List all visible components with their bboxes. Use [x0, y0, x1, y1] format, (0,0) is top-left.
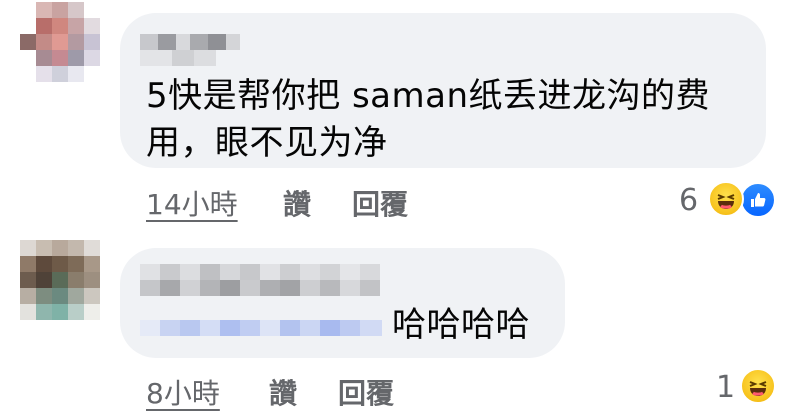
like-button[interactable]: 讚 — [283, 183, 311, 223]
timestamp-link[interactable]: 14小時 — [146, 183, 238, 223]
comment-text-line-1: 5快是帮你把 saman纸丢进龙沟的费 — [146, 76, 710, 116]
commenter-name-redacted[interactable] — [140, 264, 380, 280]
haha-icon[interactable] — [740, 368, 776, 404]
comment-text: 5快是帮你把 saman纸丢进龙沟的费 用，眼不见为净 — [146, 73, 746, 167]
avatar[interactable] — [20, 240, 100, 320]
comment-text: 哈哈哈哈 — [392, 305, 530, 345]
mention-tag-redacted[interactable] — [140, 320, 382, 336]
laughing-face-icon — [717, 194, 735, 209]
timestamp-link[interactable]: 8小時 — [146, 372, 220, 412]
thumbs-up-icon — [751, 193, 766, 207]
commenter-name-redacted-2 — [140, 50, 216, 66]
avatar[interactable] — [20, 2, 100, 82]
like-icon[interactable] — [740, 182, 776, 218]
like-button[interactable]: 讚 — [269, 372, 297, 412]
comment-text-line-2: 用，眼不见为净 — [146, 123, 388, 163]
commenter-name-redacted-2 — [140, 280, 380, 296]
reaction-count[interactable]: 1 — [716, 370, 735, 405]
laughing-face-icon — [749, 381, 767, 396]
reply-button[interactable]: 回覆 — [352, 183, 408, 223]
haha-icon[interactable] — [708, 181, 744, 217]
commenter-name-redacted[interactable] — [140, 34, 240, 50]
reply-button[interactable]: 回覆 — [338, 372, 394, 412]
reaction-count[interactable]: 6 — [679, 183, 698, 218]
